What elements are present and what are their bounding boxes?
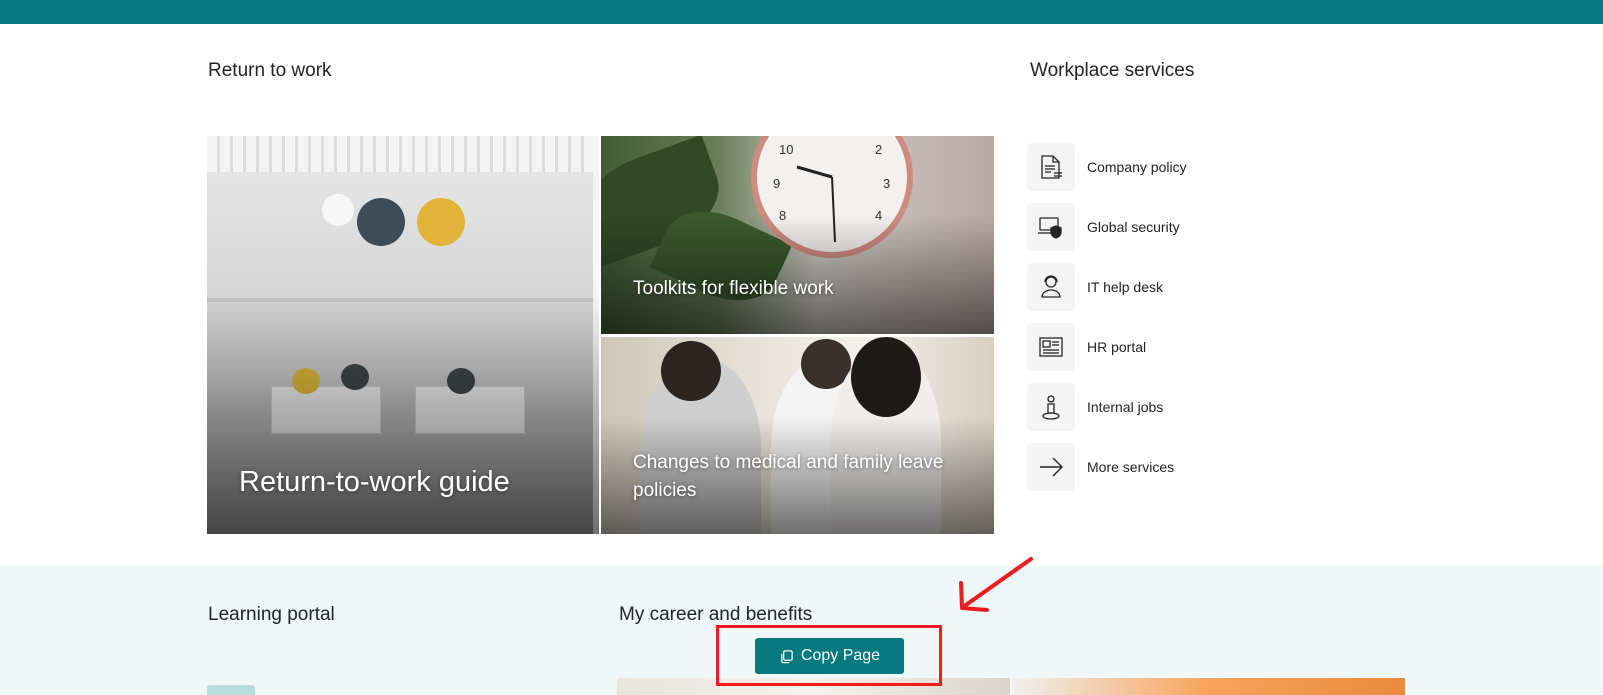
arrow-right-icon [1027, 443, 1075, 491]
service-more-services[interactable]: More services [1027, 443, 1267, 491]
ceiling-pattern [207, 136, 599, 172]
service-internal-jobs[interactable]: Internal jobs [1027, 383, 1267, 431]
tile-medical-family-leave[interactable]: Changes to medical and family leave poli… [601, 337, 994, 534]
service-label: More services [1087, 459, 1175, 475]
service-company-policy[interactable]: Company policy [1027, 143, 1267, 191]
tile-shade [601, 215, 994, 334]
tile-return-to-work-guide[interactable]: Return-to-work guide [207, 136, 599, 534]
service-hr-portal[interactable]: HR portal [1027, 323, 1267, 371]
service-it-help-desk[interactable]: IT help desk [1027, 263, 1267, 311]
person-pin-icon [1027, 383, 1075, 431]
headset-person-icon [1027, 263, 1075, 311]
service-label: Internal jobs [1087, 399, 1164, 415]
career-benefits-title: My career and benefits [619, 604, 813, 625]
laptop-shield-icon [1027, 203, 1075, 251]
annotation-highlight-box [716, 625, 942, 686]
service-label: IT help desk [1087, 279, 1164, 295]
news-icon [1027, 323, 1075, 371]
service-label: HR portal [1087, 339, 1147, 355]
return-to-work-title: Return to work [208, 60, 332, 81]
service-label: Global security [1087, 219, 1180, 235]
blue-chair [357, 198, 405, 246]
service-label: Company policy [1087, 159, 1187, 175]
svg-text:2: 2 [875, 142, 882, 157]
tile-caption: Toolkits for flexible work [633, 278, 834, 299]
learning-portal-title: Learning portal [208, 604, 335, 625]
svg-text:3: 3 [883, 176, 890, 191]
nurse-head [851, 337, 921, 417]
yellow-chair [417, 198, 465, 246]
document-icon [1027, 143, 1075, 191]
svg-text:10: 10 [779, 142, 793, 157]
service-global-security[interactable]: Global security [1027, 203, 1267, 251]
learning-portal-thumbnail[interactable] [207, 685, 255, 695]
annotation-arrow-icon [959, 557, 1033, 612]
tile-caption: Changes to medical and family leave poli… [633, 452, 944, 501]
patient-head [661, 341, 721, 401]
tile-toolkits-flexible-work[interactable]: 10 2 9 3 8 4 Toolkits for flexible work [601, 136, 994, 334]
svg-text:9: 9 [773, 176, 780, 191]
site-header-bar [0, 0, 1603, 24]
white-chair [322, 194, 354, 226]
workplace-services-title: Workplace services [1030, 60, 1195, 81]
career-image-right[interactable] [1012, 678, 1405, 695]
tile-caption: Return-to-work guide [239, 466, 510, 498]
